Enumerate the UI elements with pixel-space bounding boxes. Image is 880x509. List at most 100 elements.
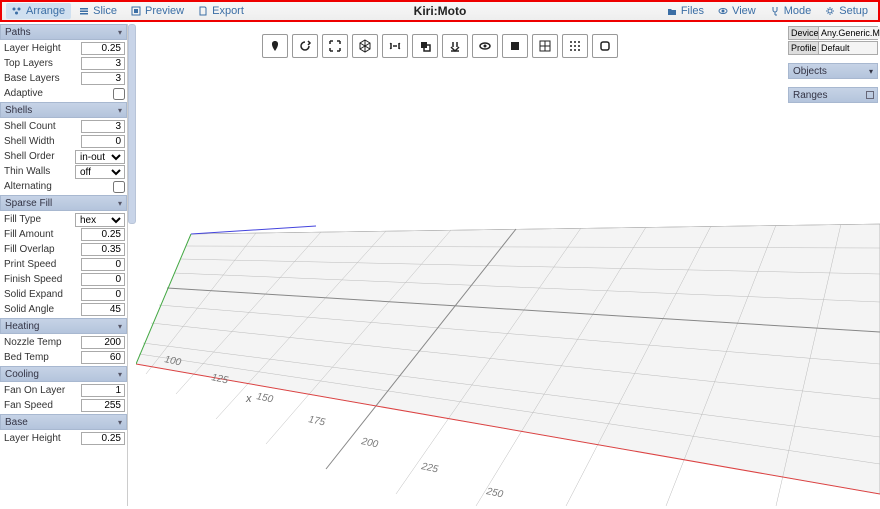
device-row[interactable]: Device Any.Generic.Marlin (788, 26, 878, 40)
expand-tool-button[interactable] (322, 34, 348, 58)
setting-label: Print Speed (2, 259, 81, 270)
number-input[interactable] (81, 351, 125, 364)
settings-sidebar: PathsLayer HeightTop LayersBase LayersAd… (0, 24, 128, 506)
ranges-label: Ranges (793, 90, 827, 101)
setting-row: Layer Height (2, 41, 125, 56)
cooling-panel-body: Fan On Layer Fan Speed (0, 382, 127, 414)
shells-panel-head[interactable]: Shells (0, 102, 127, 118)
base-panel-body: Layer Height (0, 430, 127, 447)
mode-icon (770, 6, 780, 16)
preview-icon (131, 6, 141, 16)
expand-icon (328, 39, 342, 53)
select-input[interactable]: in-out (75, 150, 125, 164)
select-input[interactable]: hex (75, 213, 125, 227)
paths-panel-head[interactable]: Paths (0, 24, 127, 40)
topbar-right: Files View Mode Setup (661, 3, 874, 19)
sidebar-scrollbar[interactable] (128, 24, 136, 224)
number-input[interactable] (81, 432, 125, 445)
axis-tick-label: 200 (359, 436, 379, 451)
heating-panel-body: Nozzle TempBed Temp (0, 334, 127, 366)
setting-row: Shell Width (2, 134, 125, 149)
cooling-panel-head[interactable]: Cooling (0, 366, 127, 382)
solid-tool-button[interactable] (502, 34, 528, 58)
dice-tool-button[interactable] (352, 34, 378, 58)
eye-tool-button[interactable] (472, 34, 498, 58)
files-button[interactable]: Files (661, 3, 710, 19)
setting-row: Base Layers (2, 71, 125, 86)
viewport-toolbar (262, 34, 618, 58)
base-panel-head[interactable]: Base (0, 414, 127, 430)
mode-button[interactable]: Mode (764, 3, 818, 19)
reload-tool-button[interactable] (292, 34, 318, 58)
pin-tool-button[interactable] (262, 34, 288, 58)
right-panel: Device Any.Generic.Marlin Profile Defaul… (788, 26, 878, 103)
slice-button[interactable]: Slice (73, 3, 123, 19)
topbar-left: Arrange Slice Preview Export (6, 3, 250, 19)
eye-icon (478, 39, 492, 53)
axis-tick-label: 175 (307, 414, 326, 428)
paths-panel-body: Layer HeightTop LayersBase LayersAdaptiv… (0, 40, 127, 102)
down-icon (448, 39, 462, 53)
number-input[interactable] (81, 399, 125, 412)
number-input[interactable] (81, 336, 125, 349)
view-button[interactable]: View (712, 3, 762, 19)
ranges-panel-head[interactable]: Ranges (788, 87, 878, 103)
export-button[interactable]: Export (192, 3, 250, 19)
down-tool-button[interactable] (442, 34, 468, 58)
mode-label: Mode (784, 5, 812, 17)
hflip-tool-button[interactable] (382, 34, 408, 58)
number-input[interactable] (81, 303, 125, 316)
setting-label: Shell Width (2, 136, 81, 147)
setting-label: Top Layers (2, 58, 81, 69)
files-label: Files (681, 5, 704, 17)
heating-panel-head[interactable]: Heating (0, 318, 127, 334)
ranges-square-icon (866, 91, 874, 99)
setup-icon (825, 6, 835, 16)
checkbox-input[interactable] (113, 88, 125, 100)
arrange-icon (12, 6, 22, 16)
setup-button[interactable]: Setup (819, 3, 874, 19)
profile-value: Default (819, 42, 877, 54)
setting-row: Nozzle Temp (2, 335, 125, 350)
solid-icon (508, 39, 522, 53)
number-input[interactable] (81, 72, 125, 85)
number-input[interactable] (81, 384, 125, 397)
number-input[interactable] (81, 135, 125, 148)
setting-label: Fan On Layer (2, 385, 81, 396)
objects-panel-head[interactable]: Objects (788, 63, 878, 79)
setting-row: Solid Expand (2, 287, 125, 302)
number-input[interactable] (81, 273, 125, 286)
setting-label: Base Layers (2, 73, 81, 84)
number-input[interactable] (81, 258, 125, 271)
objects-label: Objects (793, 66, 827, 77)
number-input[interactable] (81, 42, 125, 55)
profile-row[interactable]: Profile Default (788, 41, 878, 55)
dotgrid-tool-button[interactable] (562, 34, 588, 58)
sparse-fill-panel-head[interactable]: Sparse Fill (0, 195, 127, 211)
axis-tick-label: 250 (484, 486, 504, 501)
dup-icon (418, 39, 432, 53)
arrange-button[interactable]: Arrange (6, 3, 71, 19)
dice-icon (358, 39, 372, 53)
outline-icon (598, 39, 612, 53)
viewport[interactable]: 100125150175200225250 x (136, 24, 880, 506)
view-icon (718, 6, 728, 16)
grid4-tool-button[interactable] (532, 34, 558, 58)
select-input[interactable]: off (75, 165, 125, 179)
preview-button[interactable]: Preview (125, 3, 190, 19)
view-label: View (732, 5, 756, 17)
number-input[interactable] (81, 288, 125, 301)
axis-tick-label: 150 (255, 391, 274, 405)
setting-row: Print Speed (2, 257, 125, 272)
setting-row: Fan Speed (2, 398, 125, 413)
number-input[interactable] (81, 120, 125, 133)
setting-label: Solid Angle (2, 304, 81, 315)
number-input[interactable] (81, 57, 125, 70)
number-input[interactable] (81, 228, 125, 241)
number-input[interactable] (81, 243, 125, 256)
checkbox-input[interactable] (113, 181, 125, 193)
reload-icon (298, 39, 312, 53)
dup-tool-button[interactable] (412, 34, 438, 58)
setting-row: Alternating (2, 179, 125, 194)
outline-tool-button[interactable] (592, 34, 618, 58)
